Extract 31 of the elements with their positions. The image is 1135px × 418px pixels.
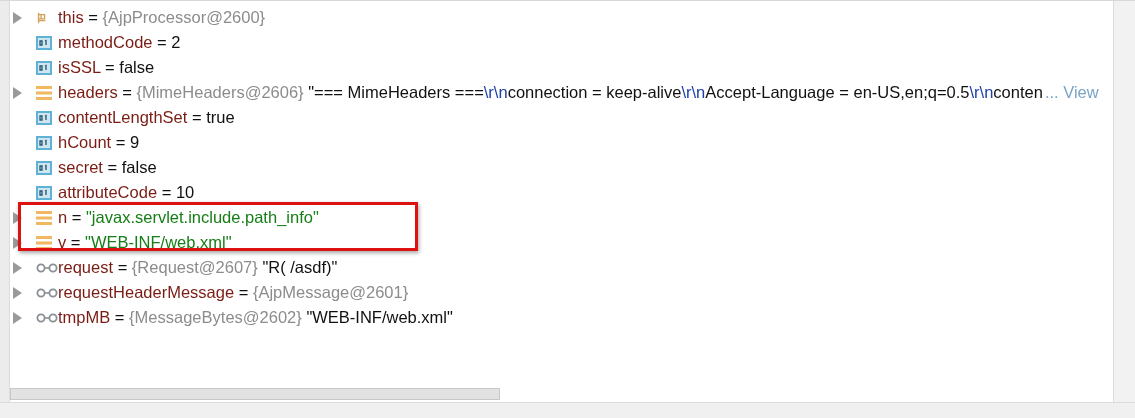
- variable-entry[interactable]: requestHeaderMessage = {AjpMessage@2601}: [58, 283, 409, 302]
- variable-entry[interactable]: isSSL = false: [58, 58, 155, 77]
- primitive-icon: [36, 160, 52, 175]
- primitive-icon: [36, 185, 52, 200]
- primitive-icon: [36, 60, 52, 75]
- glasses-icon: [36, 287, 58, 298]
- list-icon: [36, 85, 52, 100]
- expand-arrow-icon[interactable]: [13, 286, 22, 299]
- scrollbar-thumb[interactable]: [10, 388, 500, 400]
- variable-entry[interactable]: v = "WEB-INF/web.xml": [58, 233, 232, 252]
- expand-arrow-icon[interactable]: [13, 11, 22, 24]
- variable-entry[interactable]: n = "javax.servlet.include.path_info": [58, 208, 319, 227]
- glasses-icon: [36, 262, 58, 273]
- variable-entry[interactable]: request = {Request@2607} "R( /asdf)": [58, 258, 338, 277]
- variable-entry[interactable]: attributeCode = 10: [58, 183, 195, 202]
- variable-entry[interactable]: tmpMB = {MessageBytes@2602} "WEB-INF/web.xml": [58, 308, 453, 327]
- variable-entry[interactable]: headers = {MimeHeaders@2606} "=== MimeHeaders ===\r\nconnection = keep-alive\r\nAccept-Language = en-US,en;q=0.5\r\nconten: [58, 83, 1043, 102]
- variable-entry[interactable]: contentLengthSet = true: [58, 108, 235, 127]
- primitive-icon: [36, 35, 52, 50]
- primitive-icon: [36, 110, 52, 125]
- variable-entry[interactable]: this = {AjpProcessor@2600}: [58, 8, 266, 27]
- variable-entry[interactable]: secret = false: [58, 158, 157, 177]
- expand-arrow-icon[interactable]: [13, 86, 22, 99]
- glasses-icon: [36, 312, 58, 323]
- list-icon: [36, 210, 52, 225]
- object-icon: [36, 10, 48, 25]
- expand-arrow-icon[interactable]: [13, 261, 22, 274]
- primitive-icon: [36, 135, 52, 150]
- variable-entry[interactable]: hCount = 9: [58, 133, 140, 152]
- expand-arrow-icon[interactable]: [13, 311, 22, 324]
- variable-entry[interactable]: methodCode = 2: [58, 33, 181, 52]
